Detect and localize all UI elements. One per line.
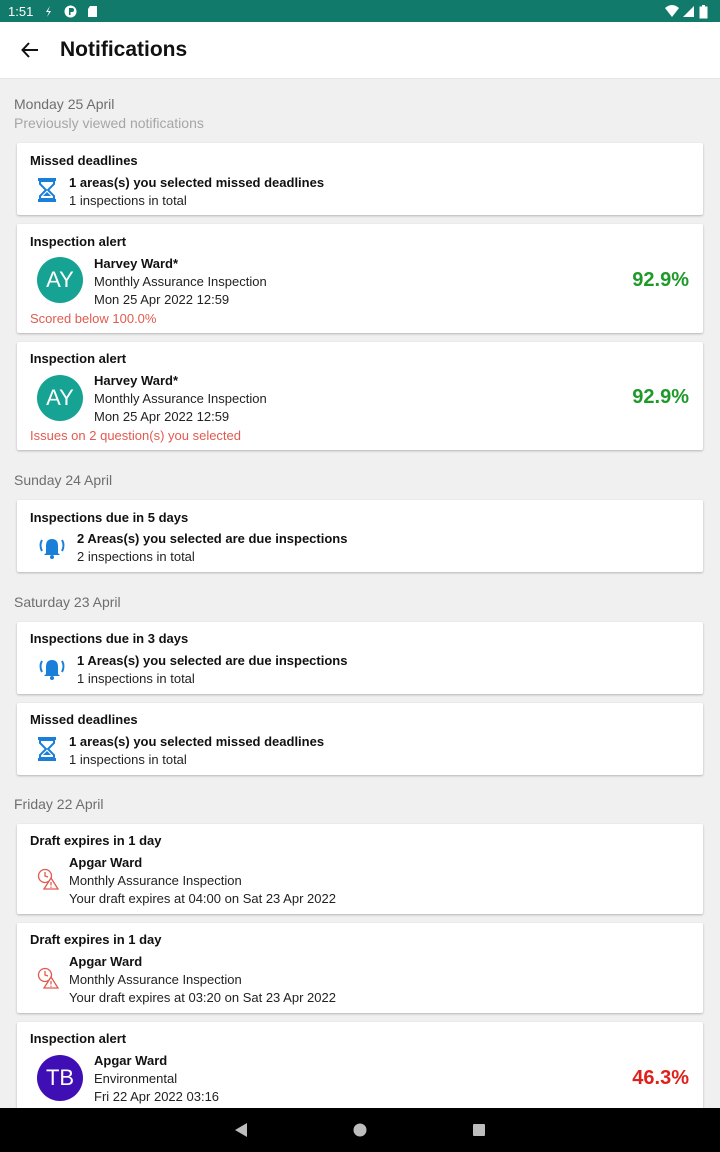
card-title: Missed deadlines (30, 153, 138, 168)
sync-icon (42, 5, 55, 18)
inspection-name: Monthly Assurance Inspection (69, 873, 242, 888)
notification-card-missed-deadlines[interactable]: Missed deadlines 1 areas(s) you selected… (17, 703, 703, 775)
ward-name: Harvey Ward* (94, 256, 179, 271)
back-button[interactable] (0, 22, 60, 79)
avatar: TB (37, 1055, 83, 1101)
date-header: Saturday 23 April (14, 594, 121, 610)
wifi-icon (665, 4, 679, 18)
draft-warning-icon (36, 966, 60, 990)
inspection-name: Monthly Assurance Inspection (94, 391, 267, 406)
date-header: Sunday 24 April (14, 472, 113, 488)
draft-warning-icon (36, 867, 60, 891)
card-title: Inspections due in 5 days (30, 510, 189, 525)
inspection-score: 92.9% (632, 269, 689, 291)
count-text: 1 inspections in total (69, 752, 187, 767)
notification-card-draft-expires[interactable]: Draft expires in 1 day Apgar Ward Monthl… (17, 923, 703, 1013)
bell-ringing-icon (35, 534, 69, 560)
inspection-score: 46.3% (632, 1067, 689, 1089)
date-header: Monday 25 April (14, 96, 115, 112)
card-title: Inspection alert (30, 351, 127, 366)
inspection-datetime: Fri 22 Apr 2022 03:16 (94, 1089, 220, 1104)
notification-card-missed-deadlines[interactable]: Missed deadlines 1 areas(s) you selected… (17, 143, 703, 215)
status-time: 1:51 (8, 3, 34, 19)
inspection-datetime: Mon 25 Apr 2022 12:59 (94, 409, 230, 424)
sd-card-icon (86, 5, 99, 18)
card-title: Inspection alert (30, 234, 127, 249)
inspection-score: 92.9% (632, 386, 689, 408)
avatar: AY (37, 257, 83, 303)
nav-recents-button[interactable] (467, 1118, 491, 1142)
summary-text: 1 areas(s) you selected missed deadlines (69, 734, 325, 749)
avatar: AY (37, 375, 83, 421)
date-header: Friday 22 April (14, 796, 104, 812)
arrow-back-icon (21, 42, 38, 58)
count-text: 1 inspections in total (69, 193, 187, 208)
card-title: Draft expires in 1 day (30, 833, 162, 848)
summary-text: 1 Areas(s) you selected are due inspecti… (77, 653, 348, 668)
notification-card-draft-expires[interactable]: Draft expires in 1 day Apgar Ward Monthl… (17, 824, 703, 914)
bell-ringing-icon (35, 655, 69, 681)
inspection-name: Monthly Assurance Inspection (69, 972, 242, 987)
alert-reason: Issues on 2 question(s) you selected (30, 428, 242, 443)
alert-reason: Scored below 100.0% (30, 311, 157, 326)
status-bar: 1:51 (0, 0, 720, 22)
notification-card-inspection-alert[interactable]: Inspection alert TB Apgar Ward Environme… (17, 1022, 703, 1108)
ward-name: Apgar Ward (69, 855, 143, 870)
draft-expiry-text: Your draft expires at 03:20 on Sat 23 Ap… (69, 990, 336, 1005)
app-bar: Notifications (0, 22, 720, 79)
inspection-name: Environmental (94, 1071, 178, 1086)
signal-icon (682, 5, 695, 18)
notification-card-inspections-due[interactable]: Inspections due in 3 days 1 Areas(s) you… (17, 622, 703, 694)
page-title: Notifications (60, 38, 188, 61)
summary-text: 2 Areas(s) you selected are due inspecti… (77, 531, 348, 546)
count-text: 1 inspections in total (77, 671, 195, 686)
triangle-back-icon (235, 1123, 247, 1137)
inspection-name: Monthly Assurance Inspection (94, 274, 267, 289)
card-title: Draft expires in 1 day (30, 932, 162, 947)
hourglass-icon (36, 736, 58, 762)
notification-list[interactable]: Monday 25 April Previously viewed notifi… (0, 80, 720, 1108)
section-subtitle: Previously viewed notifications (14, 115, 204, 131)
inspection-datetime: Mon 25 Apr 2022 12:59 (94, 292, 230, 307)
square-recents-icon (473, 1124, 485, 1136)
circle-home-icon (353, 1123, 367, 1137)
nav-back-button[interactable] (229, 1118, 253, 1142)
app-notification-icon (64, 5, 77, 18)
card-title: Missed deadlines (30, 712, 138, 727)
ward-name: Apgar Ward (69, 954, 143, 969)
notification-card-inspections-due[interactable]: Inspections due in 5 days 2 Areas(s) you… (17, 500, 703, 572)
card-title: Inspections due in 3 days (30, 631, 189, 646)
summary-text: 1 areas(s) you selected missed deadlines (69, 175, 325, 190)
draft-expiry-text: Your draft expires at 04:00 on Sat 23 Ap… (69, 891, 336, 906)
ward-name: Apgar Ward (94, 1053, 168, 1068)
count-text: 2 inspections in total (77, 549, 195, 564)
card-title: Inspection alert (30, 1031, 127, 1046)
battery-icon (699, 4, 712, 18)
ward-name: Harvey Ward* (94, 373, 179, 388)
notification-card-inspection-alert[interactable]: Inspection alert AY Harvey Ward* Monthly… (17, 342, 703, 450)
nav-home-button[interactable] (348, 1118, 372, 1142)
notification-card-inspection-alert[interactable]: Inspection alert AY Harvey Ward* Monthly… (17, 224, 703, 333)
hourglass-icon (36, 177, 58, 203)
system-nav-bar (0, 1108, 720, 1152)
